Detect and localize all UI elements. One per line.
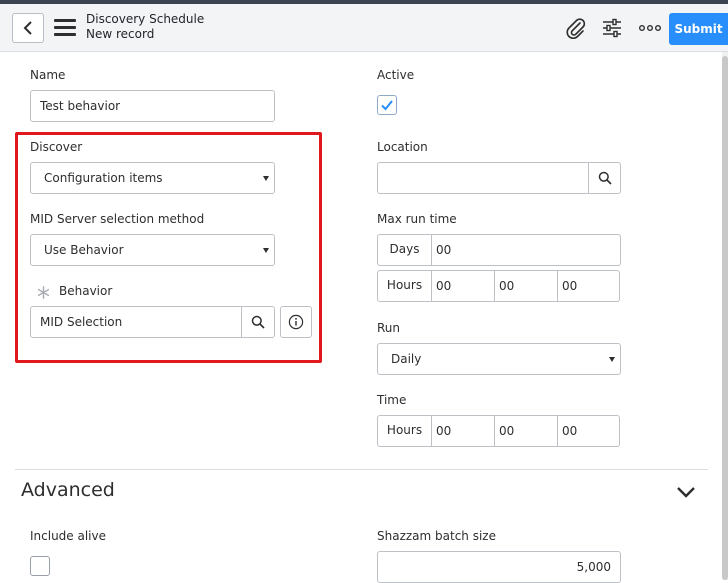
behavior-label: Behavior bbox=[59, 284, 113, 298]
run-select[interactable]: Daily bbox=[377, 343, 621, 375]
caret-down-icon bbox=[609, 357, 615, 362]
discover-value: Configuration items bbox=[44, 171, 163, 185]
days-addon: Days bbox=[377, 234, 432, 266]
submit-button[interactable]: Submit bbox=[669, 13, 728, 45]
include-alive-checkbox[interactable] bbox=[30, 556, 50, 576]
time-seconds-input[interactable]: 00 bbox=[558, 415, 620, 447]
max-run-time-label: Max run time bbox=[377, 212, 457, 226]
page-title: Discovery Schedule bbox=[86, 12, 205, 26]
include-alive-label: Include alive bbox=[30, 529, 107, 543]
time-label: Time bbox=[377, 393, 407, 407]
info-icon bbox=[288, 314, 304, 330]
minutes-input[interactable]: 00 bbox=[495, 270, 558, 302]
paperclip-icon[interactable] bbox=[564, 16, 588, 40]
name-value: Test behavior bbox=[40, 99, 121, 113]
form-header: Discovery Schedule New record Submit bbox=[0, 4, 728, 52]
time-minutes-input[interactable]: 00 bbox=[495, 415, 558, 447]
settings-sliders-icon[interactable] bbox=[600, 16, 624, 40]
caret-down-icon bbox=[263, 176, 269, 181]
search-icon bbox=[598, 171, 612, 185]
location-label: Location bbox=[377, 140, 428, 154]
mid-method-value: Use Behavior bbox=[44, 243, 124, 257]
max-run-hours-group: Hours 00 00 00 bbox=[377, 270, 620, 302]
more-options-icon[interactable] bbox=[638, 16, 662, 40]
caret-down-icon bbox=[263, 248, 269, 253]
behavior-info-button[interactable] bbox=[280, 306, 312, 338]
time-hours-group: Hours 00 00 00 bbox=[377, 415, 620, 447]
chevron-left-icon bbox=[23, 21, 32, 35]
hamburger-menu-icon[interactable] bbox=[54, 19, 76, 37]
time-hours-input[interactable]: 00 bbox=[432, 415, 495, 447]
active-label: Active bbox=[377, 68, 415, 82]
section-divider bbox=[15, 469, 708, 470]
seconds-input[interactable]: 00 bbox=[558, 270, 620, 302]
shazzam-batch-size-label: Shazzam batch size bbox=[377, 529, 496, 543]
name-field[interactable]: Test behavior bbox=[30, 90, 275, 122]
page-subtitle: New record bbox=[86, 27, 155, 41]
run-value: Daily bbox=[391, 352, 422, 366]
active-checkbox[interactable] bbox=[377, 95, 397, 115]
behavior-field[interactable]: MID Selection bbox=[30, 306, 242, 338]
shazzam-batch-size-field[interactable]: 5,000 bbox=[377, 551, 621, 583]
name-label: Name bbox=[30, 68, 66, 82]
days-input[interactable]: 00 bbox=[432, 234, 621, 266]
shazzam-batch-size-value: 5,000 bbox=[576, 560, 611, 574]
required-asterisk-icon bbox=[37, 286, 50, 299]
location-lookup-button[interactable] bbox=[588, 162, 621, 194]
search-icon bbox=[251, 315, 265, 329]
time-hours-addon: Hours bbox=[377, 415, 432, 447]
chevron-down-icon[interactable] bbox=[676, 486, 696, 498]
back-button[interactable] bbox=[12, 13, 44, 43]
discover-select[interactable]: Configuration items bbox=[30, 162, 275, 194]
behavior-lookup-button[interactable] bbox=[241, 306, 275, 338]
location-field[interactable] bbox=[377, 162, 589, 194]
behavior-value: MID Selection bbox=[40, 315, 123, 329]
checkmark-icon bbox=[381, 100, 393, 111]
hours-addon: Hours bbox=[377, 270, 432, 302]
hours-input[interactable]: 00 bbox=[432, 270, 495, 302]
scrollbar-thumb[interactable] bbox=[722, 56, 728, 580]
mid-method-label: MID Server selection method bbox=[30, 212, 205, 226]
advanced-section-title[interactable]: Advanced bbox=[21, 479, 115, 501]
mid-method-select[interactable]: Use Behavior bbox=[30, 234, 275, 266]
max-run-days-group: Days 00 bbox=[377, 234, 621, 266]
run-label: Run bbox=[377, 321, 401, 335]
discover-label: Discover bbox=[30, 140, 83, 154]
